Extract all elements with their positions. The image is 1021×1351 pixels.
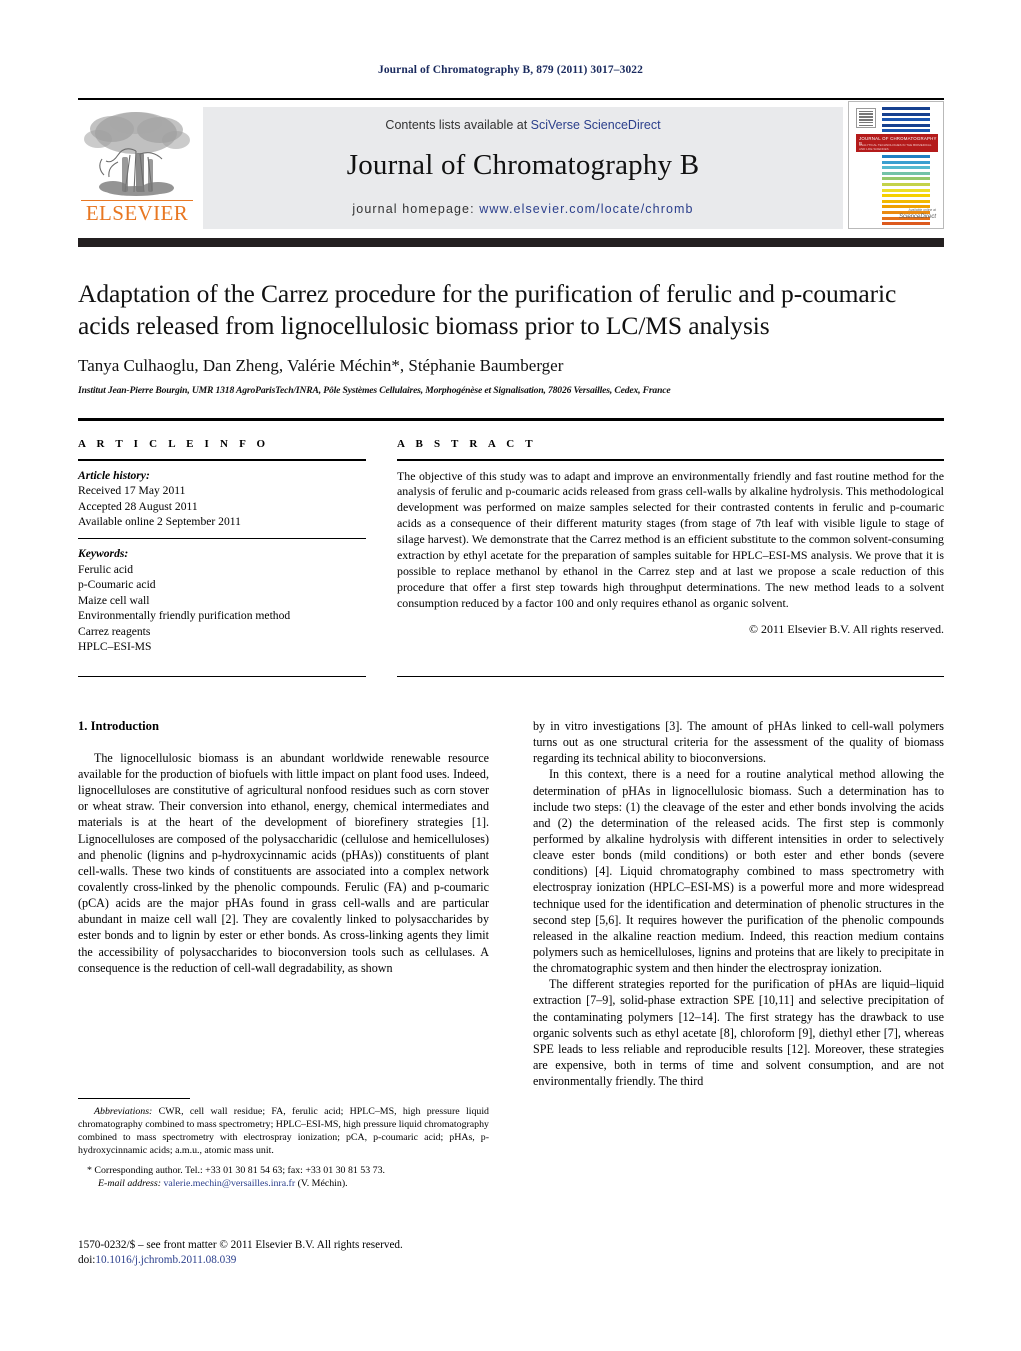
body-column-left: 1. Introduction The lignocellulosic biom… [78, 718, 489, 976]
contents-prefix: Contents lists available at [385, 118, 531, 132]
footnotes-block: Abbreviations: CWR, cell wall residue; F… [78, 1098, 489, 1191]
history-accepted: Accepted 28 August 2011 [78, 499, 198, 513]
page-title: Adaptation of the Carrez procedure for t… [78, 279, 897, 341]
paper-page: Journal of Chromatography B, 879 (2011) … [0, 0, 1021, 1351]
journal-title: Journal of Chromatography B [346, 149, 700, 181]
doi-label: doi: [78, 1254, 96, 1267]
masthead-top-rule [78, 98, 944, 100]
running-head: Journal of Chromatography B, 879 (2011) … [377, 64, 644, 76]
journal-masthead: ELSEVIER Contents lists available at Sci… [78, 98, 944, 232]
elsevier-logo: ELSEVIER [78, 107, 196, 229]
keyword-item: Ferulic acid [78, 562, 134, 576]
footnote-separator-rule [78, 1098, 190, 1100]
abstract-copyright: © 2011 Elsevier B.V. All rights reserved… [749, 621, 944, 636]
abstract-rule [397, 459, 944, 461]
doi-line: doi:10.1016/j.jchromb.2011.08.039 [78, 1253, 538, 1268]
intro-paragraph-4: The different strategies reported for th… [533, 977, 944, 1089]
cover-footer-signature: ScienceDirect [898, 214, 936, 220]
abbreviations-note: Abbreviations: CWR, cell wall residue; F… [78, 1106, 489, 1158]
abstract-panel-top-rule [78, 418, 944, 421]
history-received: Received 17 May 2011 [78, 484, 186, 498]
contents-available-line: Contents lists available at SciVerse Sci… [203, 118, 843, 132]
abstract-text: The objective of this study was to adapt… [397, 468, 944, 610]
issn-line: 1570-0232/$ – see front matter © 2011 El… [78, 1239, 403, 1251]
intro-paragraph-2: by in vitro investigations [3]. The amou… [533, 719, 944, 766]
keywords-block: Keywords: Ferulic acid p-Coumaric acid M… [78, 546, 366, 655]
cover-artwork: JOURNAL OF CHROMATOGRAPHY B ANALYTICAL T… [856, 107, 938, 228]
history-online: Available online 2 September 2011 [78, 515, 241, 529]
keywords-label: Keywords: [78, 547, 129, 561]
cover-publisher-mark-icon [856, 108, 876, 128]
elsevier-tree-icon [84, 112, 190, 196]
intro-paragraph-1: The lignocellulosic biomass is an abunda… [78, 750, 489, 975]
elsevier-wordmark: ELSEVIER [85, 201, 189, 225]
article-history-label: Article history: [78, 468, 150, 482]
email-link[interactable]: valerie.mechin@versailles.inra.fr [163, 1178, 295, 1189]
article-history-block: Article history: Received 17 May 2011 Ac… [78, 468, 366, 530]
homepage-prefix: journal homepage: [352, 202, 480, 216]
cover-footer: Available online at ScienceDirect [898, 208, 936, 222]
article-info-heading: A R T I C L E I N F O [78, 438, 270, 450]
keyword-item: HPLC–ESI-MS [78, 640, 152, 654]
email-suffix: (V. Méchin). [295, 1178, 348, 1190]
title-block: Adaptation of the Carrez procedure for t… [78, 278, 944, 396]
sciencedirect-link[interactable]: SciVerse ScienceDirect [531, 118, 661, 132]
intro-paragraph-3: In this context, there is a need for a r… [533, 767, 944, 976]
article-info-column: A R T I C L E I N F O Article history: R… [78, 438, 366, 655]
abstract-heading: A B S T R A C T [397, 438, 537, 450]
abbreviations-label: Abbreviations: [94, 1106, 153, 1118]
homepage-url-link[interactable]: www.elsevier.com/locate/chromb [479, 202, 693, 216]
keyword-item: p-Coumaric acid [78, 578, 156, 592]
cover-top-bars [882, 107, 930, 135]
article-info-rule [78, 459, 366, 461]
doi-link[interactable]: 10.1016/j.jchromb.2011.08.039 [95, 1254, 236, 1266]
imprint-block: 1570-0232/$ – see front matter © 2011 El… [78, 1238, 538, 1269]
masthead-panel: Contents lists available at SciVerse Sci… [203, 107, 843, 229]
author-list: Tanya Culhaoglu, Dan Zheng, Valérie Méch… [78, 356, 564, 376]
body-column-right: by in vitro investigations [3]. The amou… [533, 718, 944, 1089]
abstract-bottom-rule [397, 676, 944, 678]
keywords-rule [78, 537, 366, 540]
keyword-item: Maize cell wall [78, 593, 150, 607]
affiliation: Institut Jean-Pierre Bourgin, UMR 1318 A… [78, 385, 671, 397]
section-heading-introduction: 1. Introduction [78, 719, 159, 733]
journal-cover-thumbnail[interactable]: JOURNAL OF CHROMATOGRAPHY B ANALYTICAL T… [848, 101, 944, 229]
email-label: E-mail address: [98, 1178, 161, 1190]
cover-title-band: JOURNAL OF CHROMATOGRAPHY B ANALYTICAL T… [856, 134, 938, 152]
cover-band-subtitle: ANALYTICAL TECHNOLOGIES IN THE BIOMEDICA… [859, 143, 932, 151]
corresponding-author-note: * Corresponding author. Tel.: +33 01 30 … [87, 1165, 385, 1177]
keyword-item: Environmentally friendly purification me… [78, 609, 291, 623]
email-note: E-mail address: valerie.mechin@versaille… [78, 1178, 489, 1191]
masthead-black-bar [78, 238, 944, 247]
keyword-item: Carrez reagents [78, 624, 151, 638]
abstract-column: A B S T R A C T The objective of this st… [397, 438, 944, 637]
journal-homepage-line: journal homepage: www.elsevier.com/locat… [203, 202, 843, 216]
article-info-bottom-rule [78, 676, 366, 678]
